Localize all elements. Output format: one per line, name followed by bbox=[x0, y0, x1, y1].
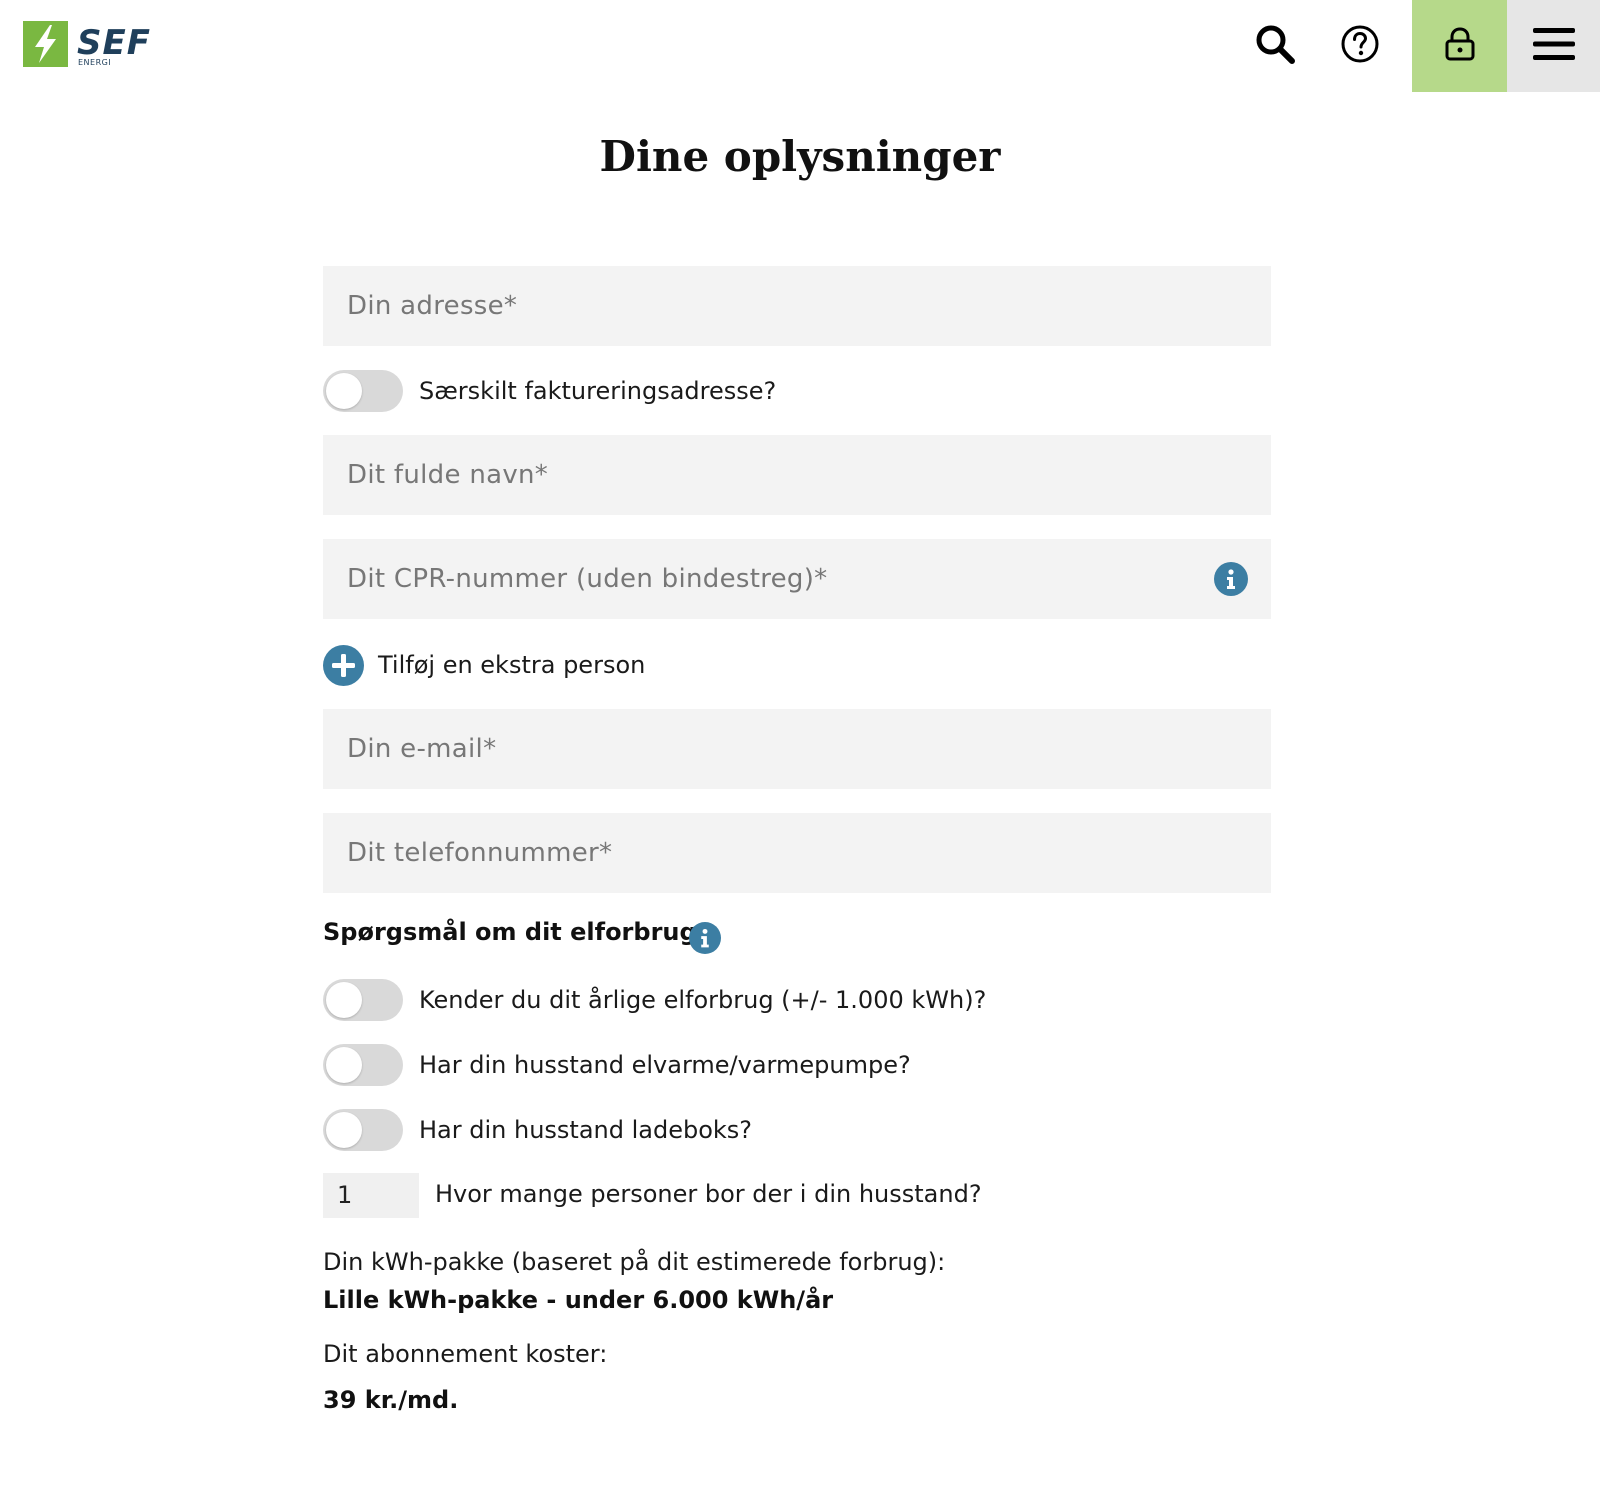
add-person-label: Tilføj en ekstra person bbox=[378, 651, 646, 679]
toggle-knob bbox=[326, 1047, 362, 1083]
charger-row: Har din husstand ladeboks? bbox=[323, 1109, 752, 1151]
known-usage-row: Kender du dit årlige elforbrug (+/- 1.00… bbox=[323, 979, 986, 1021]
charger-label: Har din husstand ladeboks? bbox=[419, 1116, 753, 1144]
page-title: Dine oplysninger bbox=[599, 132, 1001, 181]
price-value: 39 kr./md. bbox=[323, 1386, 459, 1414]
billing-address-label: Særskilt faktureringsadresse? bbox=[419, 377, 777, 405]
persons-label: Hvor mange personer bor der i din hussta… bbox=[435, 1180, 982, 1208]
price-label: Dit abonnement koster: bbox=[323, 1340, 608, 1368]
menu-button[interactable] bbox=[1507, 0, 1600, 92]
toggle-knob bbox=[326, 373, 362, 409]
address-placeholder: Din adresse* bbox=[347, 291, 518, 321]
logo[interactable]: SEF ENERGI bbox=[23, 21, 173, 67]
full-name-field[interactable]: Dit fulde navn* bbox=[323, 435, 1271, 515]
billing-address-toggle[interactable] bbox=[323, 370, 403, 412]
logo-subtext: ENERGI bbox=[78, 58, 112, 67]
email-placeholder: Din e-mail* bbox=[347, 734, 497, 764]
menu-icon bbox=[1532, 26, 1575, 66]
address-field[interactable]: Din adresse* bbox=[323, 266, 1271, 346]
cpr-placeholder: Dit CPR-nummer (uden bindestreg)* bbox=[347, 564, 828, 594]
plus-icon bbox=[323, 644, 364, 686]
cpr-info-icon[interactable] bbox=[1214, 562, 1248, 596]
login-button[interactable] bbox=[1412, 0, 1507, 92]
heat-pump-toggle[interactable] bbox=[323, 1044, 403, 1086]
lock-icon bbox=[1443, 26, 1477, 66]
toggle-knob bbox=[326, 1112, 362, 1148]
email-field[interactable]: Din e-mail* bbox=[323, 709, 1271, 789]
known-usage-toggle[interactable] bbox=[323, 979, 403, 1021]
package-label: Din kWh-pakke (baseret på dit estimerede… bbox=[323, 1248, 946, 1276]
search-icon bbox=[1254, 23, 1296, 69]
phone-field[interactable]: Dit telefonnummer* bbox=[323, 813, 1271, 893]
logo-mark bbox=[23, 21, 68, 67]
full-name-placeholder: Dit fulde navn* bbox=[347, 460, 549, 490]
help-button[interactable] bbox=[1318, 0, 1402, 92]
usage-section-title: Spørgsmål om dit elforbrug: bbox=[323, 918, 707, 946]
heat-pump-row: Har din husstand elvarme/varmepumpe? bbox=[323, 1044, 911, 1086]
persons-input[interactable]: 1 bbox=[323, 1173, 419, 1218]
add-person-button[interactable]: Tilføj en ekstra person bbox=[323, 644, 645, 686]
search-button[interactable] bbox=[1233, 0, 1317, 92]
phone-placeholder: Dit telefonnummer* bbox=[347, 838, 613, 868]
site-header: SEF ENERGI bbox=[0, 0, 1600, 92]
cpr-field[interactable]: Dit CPR-nummer (uden bindestreg)* bbox=[323, 539, 1271, 619]
package-value: Lille kWh-pakke - under 6.000 kWh/år bbox=[323, 1286, 834, 1314]
known-usage-label: Kender du dit årlige elforbrug (+/- 1.00… bbox=[419, 986, 987, 1014]
usage-info-icon[interactable] bbox=[689, 922, 721, 954]
charger-toggle[interactable] bbox=[323, 1109, 403, 1151]
toggle-knob bbox=[326, 982, 362, 1018]
help-icon bbox=[1340, 24, 1380, 68]
billing-address-row: Særskilt faktureringsadresse? bbox=[323, 370, 776, 412]
heat-pump-label: Har din husstand elvarme/varmepumpe? bbox=[419, 1051, 911, 1079]
logo-text: SEF bbox=[77, 23, 151, 63]
